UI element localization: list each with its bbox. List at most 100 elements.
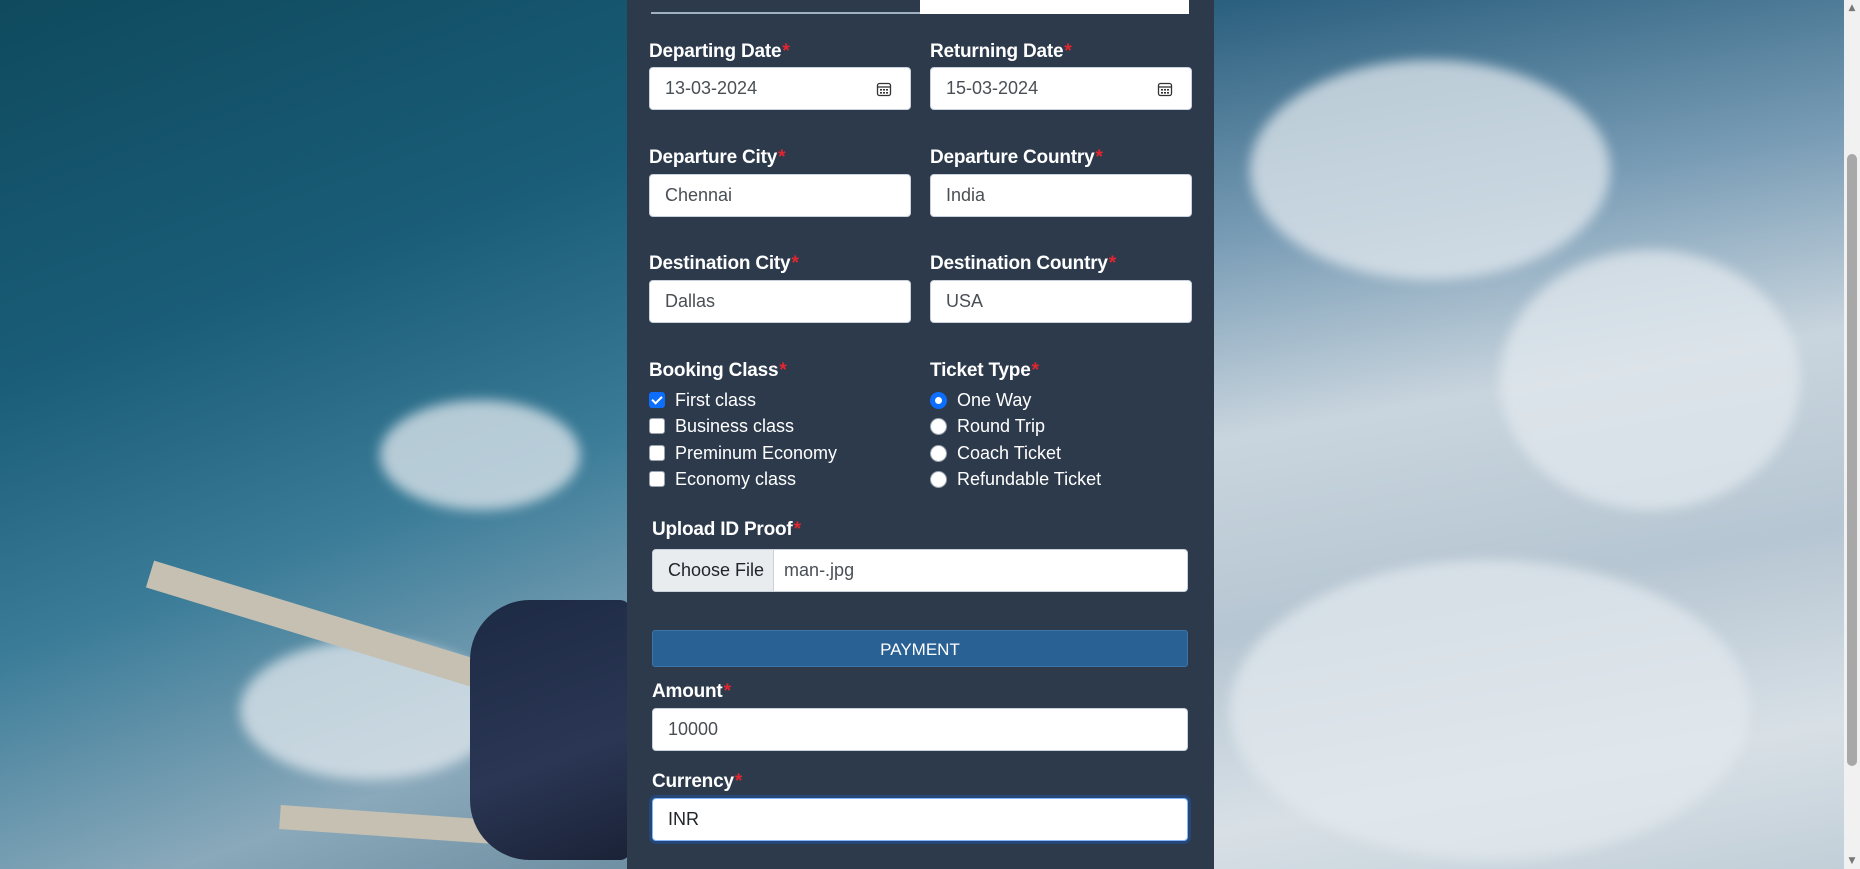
currency-label-text: Currency: [652, 771, 734, 792]
returning-date-label: Returning Date*: [930, 40, 1192, 64]
coach-ticket-radio[interactable]: [930, 444, 947, 462]
booking-class-label-text: Booking Class: [649, 360, 779, 381]
amount-field: Amount* 10000: [652, 680, 1188, 751]
booking-class-option-first[interactable]: First class: [649, 387, 756, 413]
coach-ticket-label[interactable]: Coach Ticket: [957, 443, 1061, 464]
ticket-type-field: Ticket Type*: [930, 359, 1192, 383]
refundable-ticket-radio[interactable]: [930, 470, 947, 488]
destination-country-label-text: Destination Country: [930, 253, 1108, 274]
currency-field: Currency* INR: [652, 770, 1188, 841]
round-trip-label[interactable]: Round Trip: [957, 416, 1045, 437]
ticket-type-option-one-way[interactable]: One Way: [930, 387, 1031, 413]
departing-date-field: Departing Date* 13-03-2024: [649, 40, 911, 110]
destination-country-input[interactable]: USA: [930, 280, 1192, 323]
required-marker: *: [1108, 253, 1116, 274]
amount-label: Amount*: [652, 680, 1188, 704]
premium-economy-label[interactable]: Preminum Economy: [675, 443, 837, 464]
cloud: [1250, 60, 1610, 280]
returning-date-value: 15-03-2024: [946, 78, 1039, 98]
departure-country-label: Departure Country*: [930, 146, 1192, 170]
ticket-type-option-refundable[interactable]: Refundable Ticket: [930, 466, 1101, 492]
scroll-down-arrow-icon[interactable]: ▼: [1844, 853, 1860, 869]
destination-city-value: Dallas: [665, 291, 716, 311]
upload-id-label-text: Upload ID Proof: [652, 519, 793, 540]
ticket-type-label-text: Ticket Type: [930, 360, 1031, 381]
scrollbar-thumb[interactable]: [1847, 154, 1857, 766]
premium-economy-checkbox[interactable]: [649, 445, 665, 461]
returning-date-field: Returning Date* 15-03-2024: [930, 40, 1192, 110]
departure-country-value: India: [946, 185, 986, 205]
refundable-ticket-label[interactable]: Refundable Ticket: [957, 469, 1101, 490]
required-marker: *: [723, 681, 731, 702]
calendar-icon[interactable]: [876, 81, 892, 97]
required-marker: *: [779, 360, 787, 381]
destination-city-label: Destination City*: [649, 252, 911, 276]
business-class-checkbox[interactable]: [649, 418, 665, 434]
departure-city-label-text: Departure City: [649, 147, 778, 168]
currency-input[interactable]: INR: [652, 798, 1188, 841]
one-way-label[interactable]: One Way: [957, 390, 1031, 411]
first-class-label[interactable]: First class: [675, 390, 756, 411]
choose-file-button[interactable]: Choose File: [653, 550, 775, 591]
cloud: [1230, 560, 1750, 860]
one-way-radio[interactable]: [930, 391, 947, 409]
returning-date-label-text: Returning Date: [930, 41, 1064, 62]
page-scrollbar[interactable]: ▲ ▼: [1844, 0, 1860, 869]
required-marker: *: [778, 147, 786, 168]
amount-value: 10000: [668, 719, 719, 739]
first-class-checkbox[interactable]: [649, 392, 665, 408]
cloud: [380, 400, 580, 510]
airplane-body: [470, 600, 630, 860]
upload-id-file-input[interactable]: Choose File man-.jpg: [652, 549, 1188, 592]
destination-city-field: Destination City* Dallas: [649, 252, 911, 323]
round-trip-radio[interactable]: [930, 417, 947, 435]
form-tab-bar: [651, 0, 1189, 14]
required-marker: *: [1031, 360, 1039, 381]
ticket-type-option-round-trip[interactable]: Round Trip: [930, 413, 1045, 439]
departure-country-field: Departure Country* India: [930, 146, 1192, 217]
departure-city-label: Departure City*: [649, 146, 911, 170]
destination-country-value: USA: [946, 291, 984, 311]
tab-left[interactable]: [651, 0, 920, 14]
payment-section-header: PAYMENT: [652, 630, 1188, 667]
currency-value: INR: [668, 809, 699, 829]
economy-class-label[interactable]: Economy class: [675, 469, 796, 490]
departing-date-label-text: Departing Date: [649, 41, 782, 62]
departure-city-field: Departure City* Chennai: [649, 146, 911, 217]
ticket-type-option-coach[interactable]: Coach Ticket: [930, 440, 1061, 466]
departing-date-label: Departing Date*: [649, 40, 911, 64]
destination-city-label-text: Destination City: [649, 253, 791, 274]
economy-class-checkbox[interactable]: [649, 471, 665, 487]
departing-date-value: 13-03-2024: [665, 78, 758, 98]
destination-city-input[interactable]: Dallas: [649, 280, 911, 323]
tab-right[interactable]: [920, 0, 1189, 14]
page: Departing Date* 13-03-2024 Returning Dat…: [0, 0, 1860, 869]
booking-class-option-economy[interactable]: Economy class: [649, 466, 796, 492]
business-class-label[interactable]: Business class: [675, 416, 794, 437]
scroll-up-arrow-icon[interactable]: ▲: [1844, 0, 1860, 16]
destination-country-field: Destination Country* USA: [930, 252, 1192, 323]
returning-date-input[interactable]: 15-03-2024: [930, 67, 1192, 110]
required-marker: *: [793, 519, 801, 540]
calendar-icon[interactable]: [1157, 81, 1173, 97]
cloud: [1500, 250, 1800, 510]
departure-city-input[interactable]: Chennai: [649, 174, 911, 217]
departure-city-value: Chennai: [665, 185, 733, 205]
amount-label-text: Amount: [652, 681, 723, 702]
selected-file-name: man-.jpg: [784, 560, 855, 580]
booking-class-option-business[interactable]: Business class: [649, 413, 794, 439]
required-marker: *: [1064, 41, 1072, 62]
upload-id-label: Upload ID Proof*: [652, 518, 1188, 542]
required-marker: *: [782, 41, 790, 62]
booking-class-field: Booking Class*: [649, 359, 911, 383]
departing-date-input[interactable]: 13-03-2024: [649, 67, 911, 110]
booking-class-option-premium-economy[interactable]: Preminum Economy: [649, 440, 837, 466]
required-marker: *: [1095, 147, 1103, 168]
amount-input[interactable]: 10000: [652, 708, 1188, 751]
departure-country-input[interactable]: India: [930, 174, 1192, 217]
required-marker: *: [734, 771, 743, 792]
booking-class-label: Booking Class*: [649, 359, 911, 383]
currency-label: Currency*: [652, 770, 1188, 794]
departure-country-label-text: Departure Country: [930, 147, 1095, 168]
upload-id-field: Upload ID Proof*: [652, 518, 1188, 542]
